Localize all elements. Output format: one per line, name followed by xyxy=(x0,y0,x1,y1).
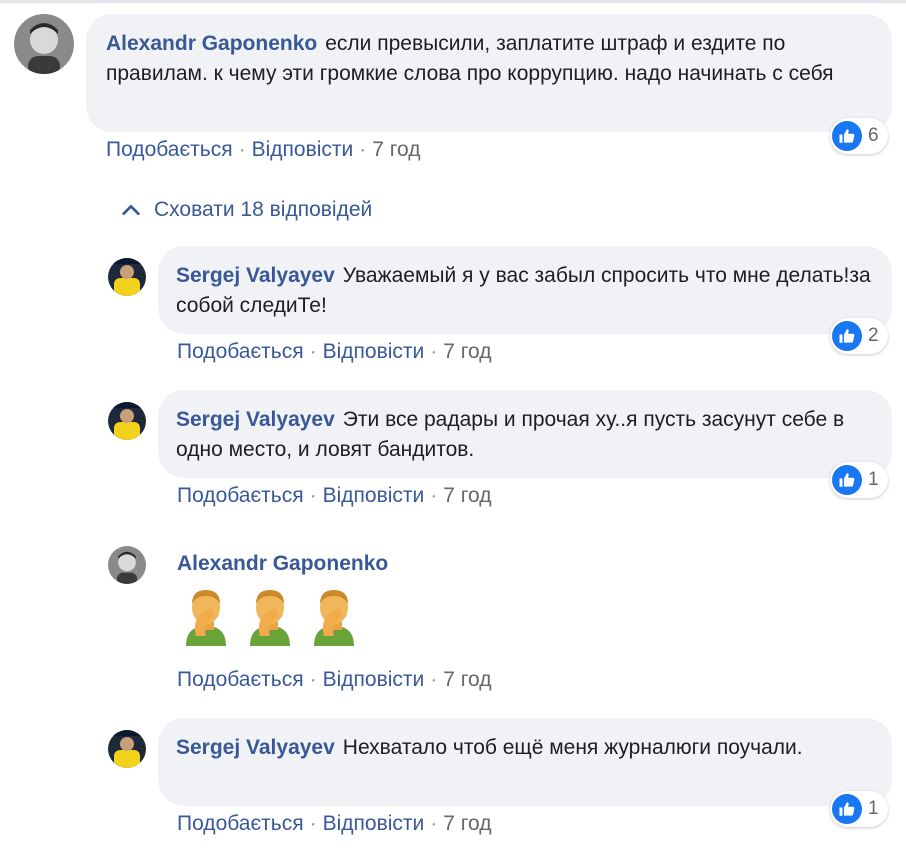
reaction-count: 6 xyxy=(868,125,879,146)
comment-bubble: Alexandr Gaponenko если превысили, заплат… xyxy=(86,14,892,132)
like-link[interactable]: Подобається xyxy=(106,138,233,161)
comment-actions: Подобається · Відповісти · 7 год xyxy=(177,812,491,836)
separator: · xyxy=(309,668,317,691)
like-icon xyxy=(832,465,862,495)
reply-link[interactable]: Відповісти xyxy=(323,812,425,835)
separator: · xyxy=(430,668,438,691)
separator: · xyxy=(430,484,438,507)
comment-actions: Подобається · Відповісти · 7 год xyxy=(177,668,491,692)
timestamp[interactable]: 7 год xyxy=(443,668,491,691)
reactions-summary[interactable]: 6 xyxy=(830,118,888,154)
chevron-up-icon xyxy=(122,204,140,216)
comment-author[interactable]: Sergej Valyayev xyxy=(176,264,335,287)
separator: · xyxy=(359,138,367,161)
reactions-summary[interactable]: 1 xyxy=(830,462,888,498)
man-facepalming-icon xyxy=(306,586,362,646)
avatar-sergej-valyayev[interactable] xyxy=(108,730,146,768)
reaction-count: 1 xyxy=(868,798,879,819)
hide-replies-button[interactable]: Сховати 18 відповідей xyxy=(120,198,372,222)
top-divider xyxy=(0,0,906,3)
reply-link[interactable]: Відповісти xyxy=(252,138,354,161)
like-link[interactable]: Подобається xyxy=(177,668,304,691)
reactions-summary[interactable]: 2 xyxy=(830,318,888,354)
like-icon xyxy=(832,121,862,151)
comment-author[interactable]: Alexandr Gaponenko xyxy=(106,32,317,55)
reply-link[interactable]: Відповісти xyxy=(323,484,425,507)
avatar-sergej-valyayev[interactable] xyxy=(108,402,146,440)
like-link[interactable]: Подобається xyxy=(177,812,304,835)
reaction-count: 1 xyxy=(868,469,879,490)
comment-author[interactable]: Alexandr Gaponenko xyxy=(177,552,388,575)
timestamp[interactable]: 7 год xyxy=(372,138,420,161)
comment-author[interactable]: Sergej Valyayev xyxy=(176,736,335,759)
avatar-alexandr-gaponenko[interactable] xyxy=(108,546,146,584)
reactions-summary[interactable]: 1 xyxy=(830,791,888,827)
like-icon xyxy=(832,794,862,824)
timestamp[interactable]: 7 год xyxy=(443,812,491,835)
man-facepalming-icon xyxy=(242,586,298,646)
separator: · xyxy=(238,138,246,161)
comment-bubble: Sergej Valyayev Уважаемый я у вас забыл с… xyxy=(158,246,892,334)
avatar-alexandr-gaponenko[interactable] xyxy=(14,14,74,74)
man-facepalming-icon xyxy=(178,586,234,646)
separator: · xyxy=(309,812,317,835)
comment-actions: Подобається · Відповісти · 7 год xyxy=(106,138,420,162)
emoji-message xyxy=(178,586,370,646)
separator: · xyxy=(430,340,438,363)
comment-header: Alexandr Gaponenko xyxy=(177,549,388,578)
timestamp[interactable]: 7 год xyxy=(443,340,491,363)
comment-bubble: Sergej Valyayev Нехватало чтоб ещё меня ж… xyxy=(158,718,892,806)
like-icon xyxy=(832,321,862,351)
timestamp[interactable]: 7 год xyxy=(443,484,491,507)
separator: · xyxy=(430,812,438,835)
comment-actions: Подобається · Відповісти · 7 год xyxy=(177,340,491,364)
comment-bubble: Sergej Valyayev Эти все радары и прочая х… xyxy=(158,390,892,478)
separator: · xyxy=(309,484,317,507)
hide-replies-label: Сховати 18 відповідей xyxy=(154,198,373,221)
reply-link[interactable]: Відповісти xyxy=(323,340,425,363)
separator: · xyxy=(309,340,317,363)
avatar-sergej-valyayev[interactable] xyxy=(108,258,146,296)
reaction-count: 2 xyxy=(868,325,879,346)
like-link[interactable]: Подобається xyxy=(177,340,304,363)
comment-text: Нехватало чтоб ещё меня журналюги поучал… xyxy=(342,736,803,759)
reply-link[interactable]: Відповісти xyxy=(323,668,425,691)
comment-author[interactable]: Sergej Valyayev xyxy=(176,408,335,431)
like-link[interactable]: Подобається xyxy=(177,484,304,507)
comment-actions: Подобається · Відповісти · 7 год xyxy=(177,484,491,508)
